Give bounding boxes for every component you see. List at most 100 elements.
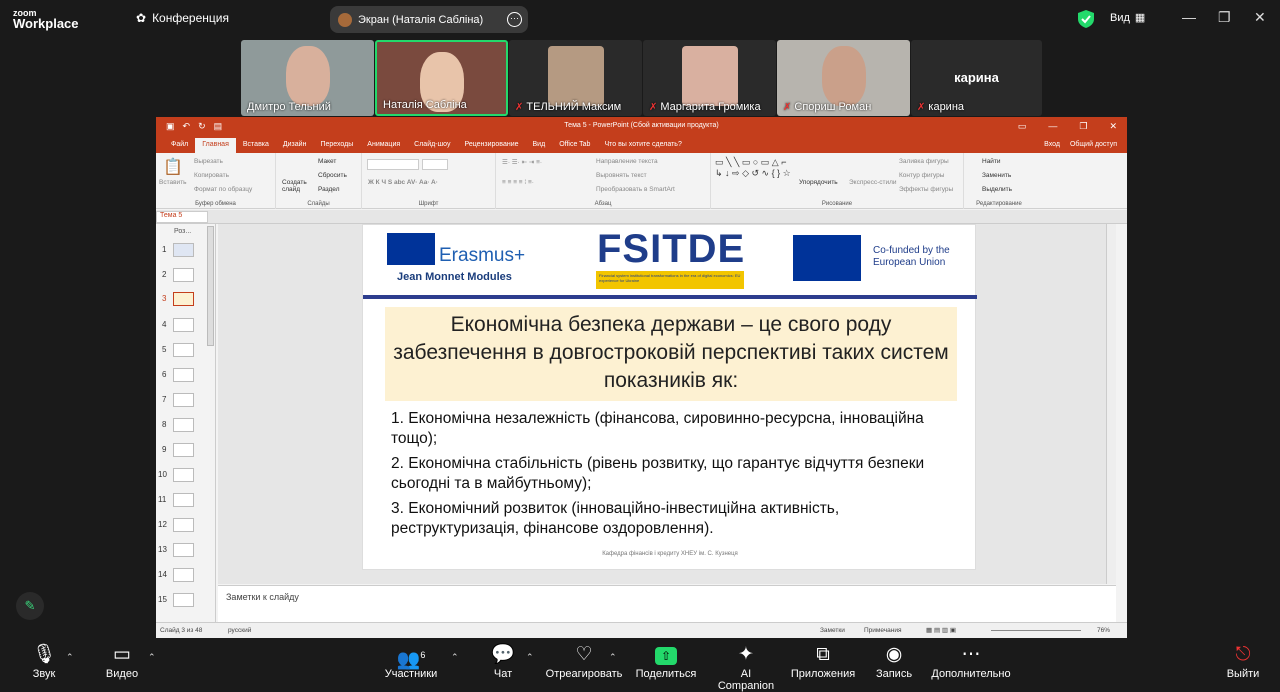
tell-me-search[interactable]: Что вы хотите сделать? [597,138,688,153]
slide-thumbnail[interactable]: 8 [156,417,216,435]
section-button[interactable]: Раздел [318,186,339,193]
tab-transitions[interactable]: Переходы [313,138,360,153]
cut-button[interactable]: Вырезать [194,158,223,165]
view-button[interactable]: Вид ▦ [1110,11,1145,25]
slide-thumbnail[interactable]: 4 [156,317,216,335]
slide-thumbnail[interactable]: 15 [156,592,216,610]
participant-tile[interactable]: карина ✗ карина [911,40,1042,116]
slide-thumbnail[interactable]: 5 [156,342,216,360]
close-icon[interactable]: ✕ [1254,9,1266,26]
slide-thumbnail[interactable]: 13 [156,542,216,560]
font-format-icons[interactable]: Ж К Ч S abc AV· Aa· A· [368,179,438,186]
annotate-pencil-icon[interactable]: ✎ [16,592,44,620]
slide-thumbnail[interactable]: 1 [156,242,216,260]
chevron-up-icon[interactable]: ⌃ [451,652,459,663]
slide-thumbnail[interactable]: 14 [156,567,216,585]
slide-thumbnail[interactable]: 6 [156,367,216,385]
ppt-minimize-icon[interactable]: — [1048,121,1057,132]
editor-scrollbar[interactable] [1106,224,1116,584]
tab-office-tab[interactable]: Office Tab [552,138,597,153]
apps-button[interactable]: ⧉ Приложения [790,638,856,689]
tab-insert[interactable]: Вставка [236,138,276,153]
fsitde-subtitle: Financial system institutional transform… [596,271,744,289]
copy-button[interactable]: Копировать [194,172,229,179]
current-slide[interactable]: Erasmus+ Jean Monnet Modules FSITDE Fina… [362,224,977,570]
smartart-button[interactable]: Преобразовать в SmartArt [596,186,675,193]
sign-in-link[interactable]: Вход [1044,141,1060,148]
slide-thumbnail[interactable]: 7 [156,392,216,410]
tab-review[interactable]: Рецензирование [457,138,525,153]
replace-button[interactable]: Заменить [982,172,1011,179]
font-size-select[interactable] [422,159,448,170]
tab-animation[interactable]: Анимация [360,138,407,153]
react-button[interactable]: ♡ Отреагировать [544,638,624,689]
ai-companion-button[interactable]: ✦ AI Companion [712,638,780,692]
shield-icon[interactable] [1078,10,1094,28]
ribbon-display-icon[interactable]: ▭ [1018,121,1027,132]
shape-fill-button[interactable]: Заливка фигуры [899,158,949,165]
video-button[interactable]: ▭ Видео [100,638,144,689]
reset-button[interactable]: Сбросить [318,172,347,179]
participant-tile[interactable]: ✗ Спориш Роман [777,40,910,116]
paste-button[interactable]: Вставить [159,179,187,186]
slide-thumbnail[interactable]: 10 [156,467,216,485]
tab-design[interactable]: Дизайн [276,138,314,153]
slide-thumbnail-selected[interactable]: 3 [156,291,216,309]
share-button[interactable]: ⇧ Поделиться [634,638,698,689]
audio-button[interactable]: 🎙 Звук [24,638,64,689]
shapes-gallery[interactable]: ▭ ╲ ╲ ▭ ○ ▭ △ ⌐ ↳ ↓ ⇨ ◇ ↺ ∿ { } ☆ [715,157,795,179]
participants-button[interactable]: 👥6 Участники [383,638,439,689]
document-tab-bar: Тема 5 [156,210,1127,224]
shape-outline-button[interactable]: Контур фигуры [899,172,944,179]
slide-thumbnail[interactable]: 9 [156,442,216,460]
slide-thumbnail[interactable]: 12 [156,517,216,535]
chevron-up-icon[interactable]: ⌃ [148,652,156,663]
tab-slideshow[interactable]: Слайд-шоу [407,138,457,153]
ppt-close-icon[interactable]: ✕ [1109,121,1117,132]
participant-tile-active[interactable]: Наталія Сабліна [375,40,508,116]
chevron-up-icon[interactable]: ⌃ [66,652,74,663]
header-divider [363,295,977,299]
participant-tile[interactable]: ✗ Маргарита Громика [643,40,776,116]
share-link[interactable]: Общий доступ [1070,141,1117,148]
shape-effects-button[interactable]: Эффекты фигуры [899,186,953,193]
participant-tile[interactable]: Дмитро Тельний [241,40,374,116]
view-switch-icons[interactable]: ▦ ▤ ▥ ▣ [926,626,956,634]
more-options-icon[interactable]: ··· [507,12,522,27]
tab-file[interactable]: Файл [164,138,195,153]
list-icons[interactable]: ☰· ☰· ⇤ ⇥ ≡· [502,158,542,166]
conference-button[interactable]: ✿ Конференция [136,11,229,25]
chevron-up-icon[interactable]: ⌃ [609,652,617,663]
chevron-up-icon[interactable]: ⌃ [526,652,534,663]
align-text-button[interactable]: Выровнять текст [596,172,647,179]
chat-button[interactable]: 💬 Чат [484,638,522,689]
notes-pane[interactable]: Заметки к слайду [218,585,1116,622]
minimize-icon[interactable]: — [1182,9,1196,25]
text-direction-button[interactable]: Направление текста [596,158,658,165]
participant-tile[interactable]: ✗ ТЕЛЬНИЙ Максим [509,40,642,116]
ppt-restore-icon[interactable]: ❐ [1079,121,1087,132]
select-button[interactable]: Выделить [982,186,1012,193]
tab-home[interactable]: Главная [195,138,236,153]
new-slide-button[interactable]: Создать слайд [282,179,312,193]
leave-button[interactable]: ⎋ Выйти [1222,638,1264,689]
zoom-slider[interactable] [991,630,1081,631]
document-tab[interactable]: Тема 5 [156,211,208,223]
quick-styles-button[interactable]: Экспресс-стили [849,179,897,186]
screen-share-pill[interactable]: Экран (Наталія Сабліна) ··· [330,6,528,33]
format-painter-button[interactable]: Формат по образцу [194,186,252,193]
zoom-level[interactable]: 76% [1097,627,1110,634]
notes-button[interactable]: Заметки [820,627,845,634]
font-name-select[interactable] [367,159,419,170]
align-icons[interactable]: ≡ ≡ ≡ ≡ ⁞ ≡· [502,179,534,186]
tab-view[interactable]: Вид [526,138,553,153]
restore-icon[interactable]: ❐ [1218,9,1231,26]
slide-thumbnail[interactable]: 11 [156,492,216,510]
find-button[interactable]: Найти [982,158,1001,165]
slide-thumbnail[interactable]: 2 [156,267,216,285]
layout-button[interactable]: Макет [318,158,336,165]
arrange-button[interactable]: Упорядочить [799,179,838,186]
comments-button[interactable]: Примечания [864,627,902,634]
more-button[interactable]: ⋯ Дополнительно [931,638,1011,689]
record-button[interactable]: ◉ Запись [873,638,915,689]
